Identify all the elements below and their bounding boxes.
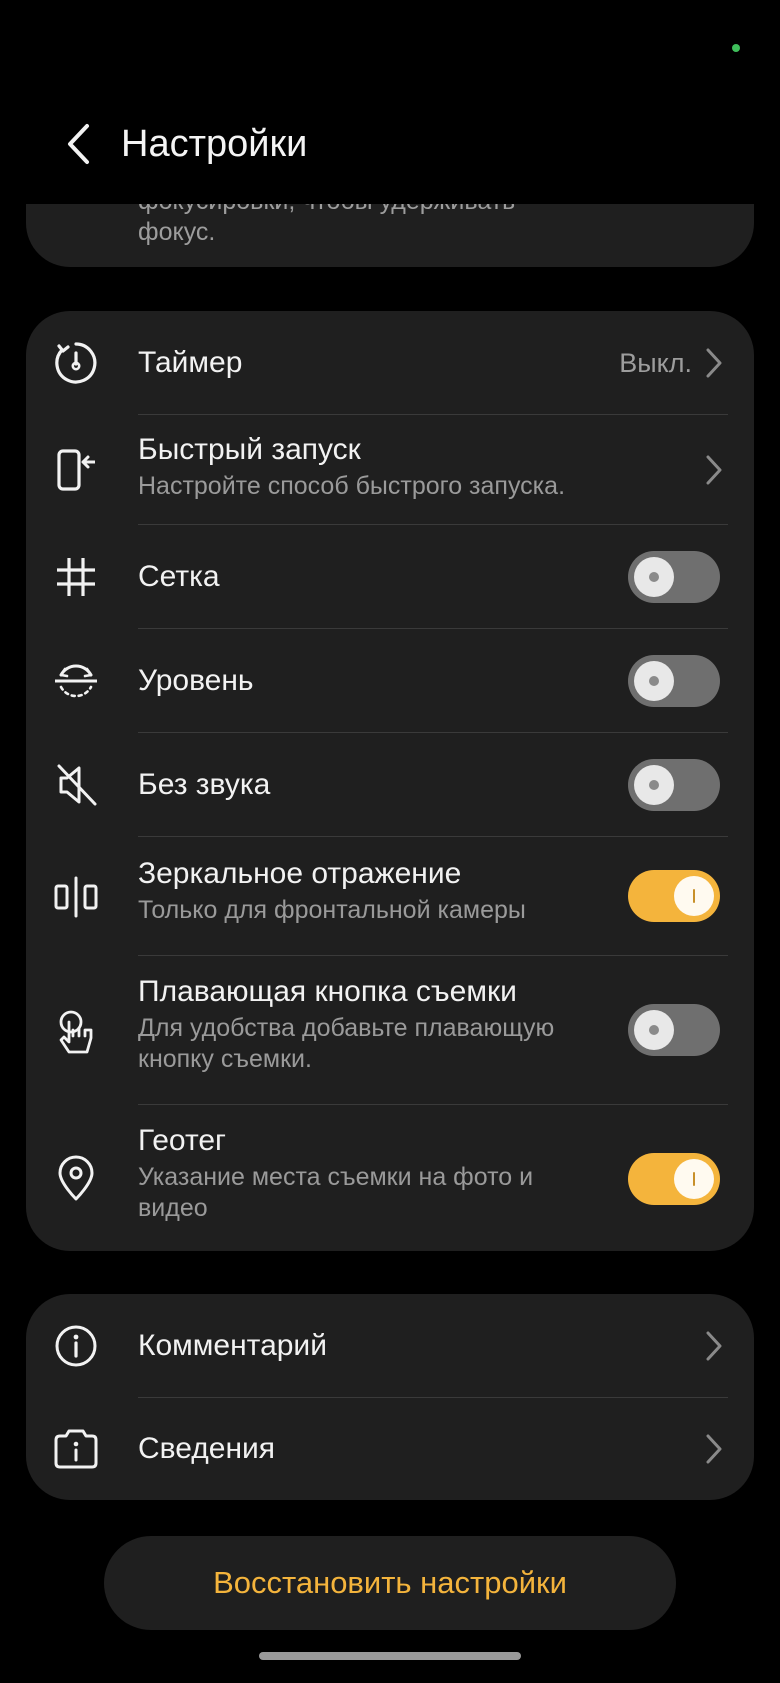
setting-quick-launch[interactable]: Быстрый запуск Настройте способ быстрого… [26,415,754,525]
subtitle-line1: Для удобства добавьте плавающую [138,1014,555,1042]
subtitle-line2: кнопку съемки. [138,1045,312,1073]
toggle-knob [674,1159,714,1199]
mute-icon [52,761,100,809]
about-title: Сведения [138,1432,276,1465]
setting-mute-title: Без звука [138,768,271,801]
setting-geotag-title: Геотег [138,1124,226,1157]
subtitle-line2: видео [138,1194,208,1222]
floating-shutter-toggle[interactable] [628,1004,720,1056]
setting-grid: Сетка [26,525,754,629]
quick-launch-icon [52,446,100,494]
back-arrow-icon [68,124,89,164]
chevron-right-icon [706,348,722,378]
mute-toggle[interactable] [628,759,720,811]
setting-mirror: Зеркальное отражение Только для фронталь… [26,837,754,956]
setting-timer-title: Таймер [138,346,243,379]
subtitle-line1: Указание места съемки на фото и [138,1163,534,1191]
privacy-indicator-dot [732,44,740,52]
setting-quick-launch-title: Быстрый запуск [138,433,361,466]
toggle-knob [674,876,714,916]
page-title: Настройки [121,123,308,165]
toggle-knob [634,765,674,805]
setting-level-title: Уровень [138,664,254,697]
mirror-toggle[interactable] [628,870,720,922]
setting-floating-shutter-title: Плавающая кнопка съемки [138,975,517,1008]
partial-description-line2: фокус. [138,218,216,246]
setting-quick-launch-subtitle: Настройте способ быстрого запуска. [138,472,566,500]
setting-mirror-subtitle: Только для фронтальной камеры [138,896,526,924]
back-button[interactable] [56,116,100,172]
geotag-toggle[interactable] [628,1153,720,1205]
toggle-knob [634,661,674,701]
level-toggle[interactable] [628,655,720,707]
setting-level: Уровень [26,629,754,733]
setting-mute: Без звука [26,733,754,837]
chevron-right-icon [706,1434,722,1464]
top-bar: Настройки [0,0,780,204]
setting-geotag: Геотег Указание места съемки на фото и в… [26,1105,754,1251]
reset-settings-button[interactable]: Восстановить настройки [104,1536,676,1630]
setting-timer[interactable]: Таймер Выкл. [26,311,754,415]
location-pin-icon [52,1155,100,1203]
grid-toggle[interactable] [628,551,720,603]
home-indicator[interactable] [259,1652,521,1660]
info-card: Комментарий Сведения [26,1294,754,1500]
setting-timer-value: Выкл. [619,348,692,378]
settings-screen: фокусировки, чтобы удерживать фокус. Нас… [0,0,780,1683]
feedback-item[interactable]: Комментарий [26,1294,754,1398]
setting-grid-title: Сетка [138,560,220,593]
chevron-right-icon [706,455,722,485]
grid-icon [52,553,100,601]
about-item[interactable]: Сведения [26,1398,754,1500]
camera-settings-card: Таймер Выкл. Быстрый запуск Настройте сп… [26,311,754,1251]
toggle-knob [634,557,674,597]
toggle-knob [634,1010,674,1050]
floating-shutter-icon [52,1008,100,1056]
mirror-icon [52,873,100,921]
setting-geotag-subtitle: Указание места съемки на фото и видео [138,1162,608,1224]
chevron-right-icon [706,1331,722,1361]
setting-floating-shutter: Плавающая кнопка съемки Для удобства доб… [26,956,754,1105]
feedback-title: Комментарий [138,1329,327,1362]
info-icon [52,1322,100,1370]
camera-info-icon [52,1425,100,1473]
setting-mirror-title: Зеркальное отражение [138,857,462,890]
setting-floating-shutter-subtitle: Для удобства добавьте плавающую кнопку с… [138,1013,608,1075]
timer-icon [52,339,100,387]
level-icon [52,657,100,705]
